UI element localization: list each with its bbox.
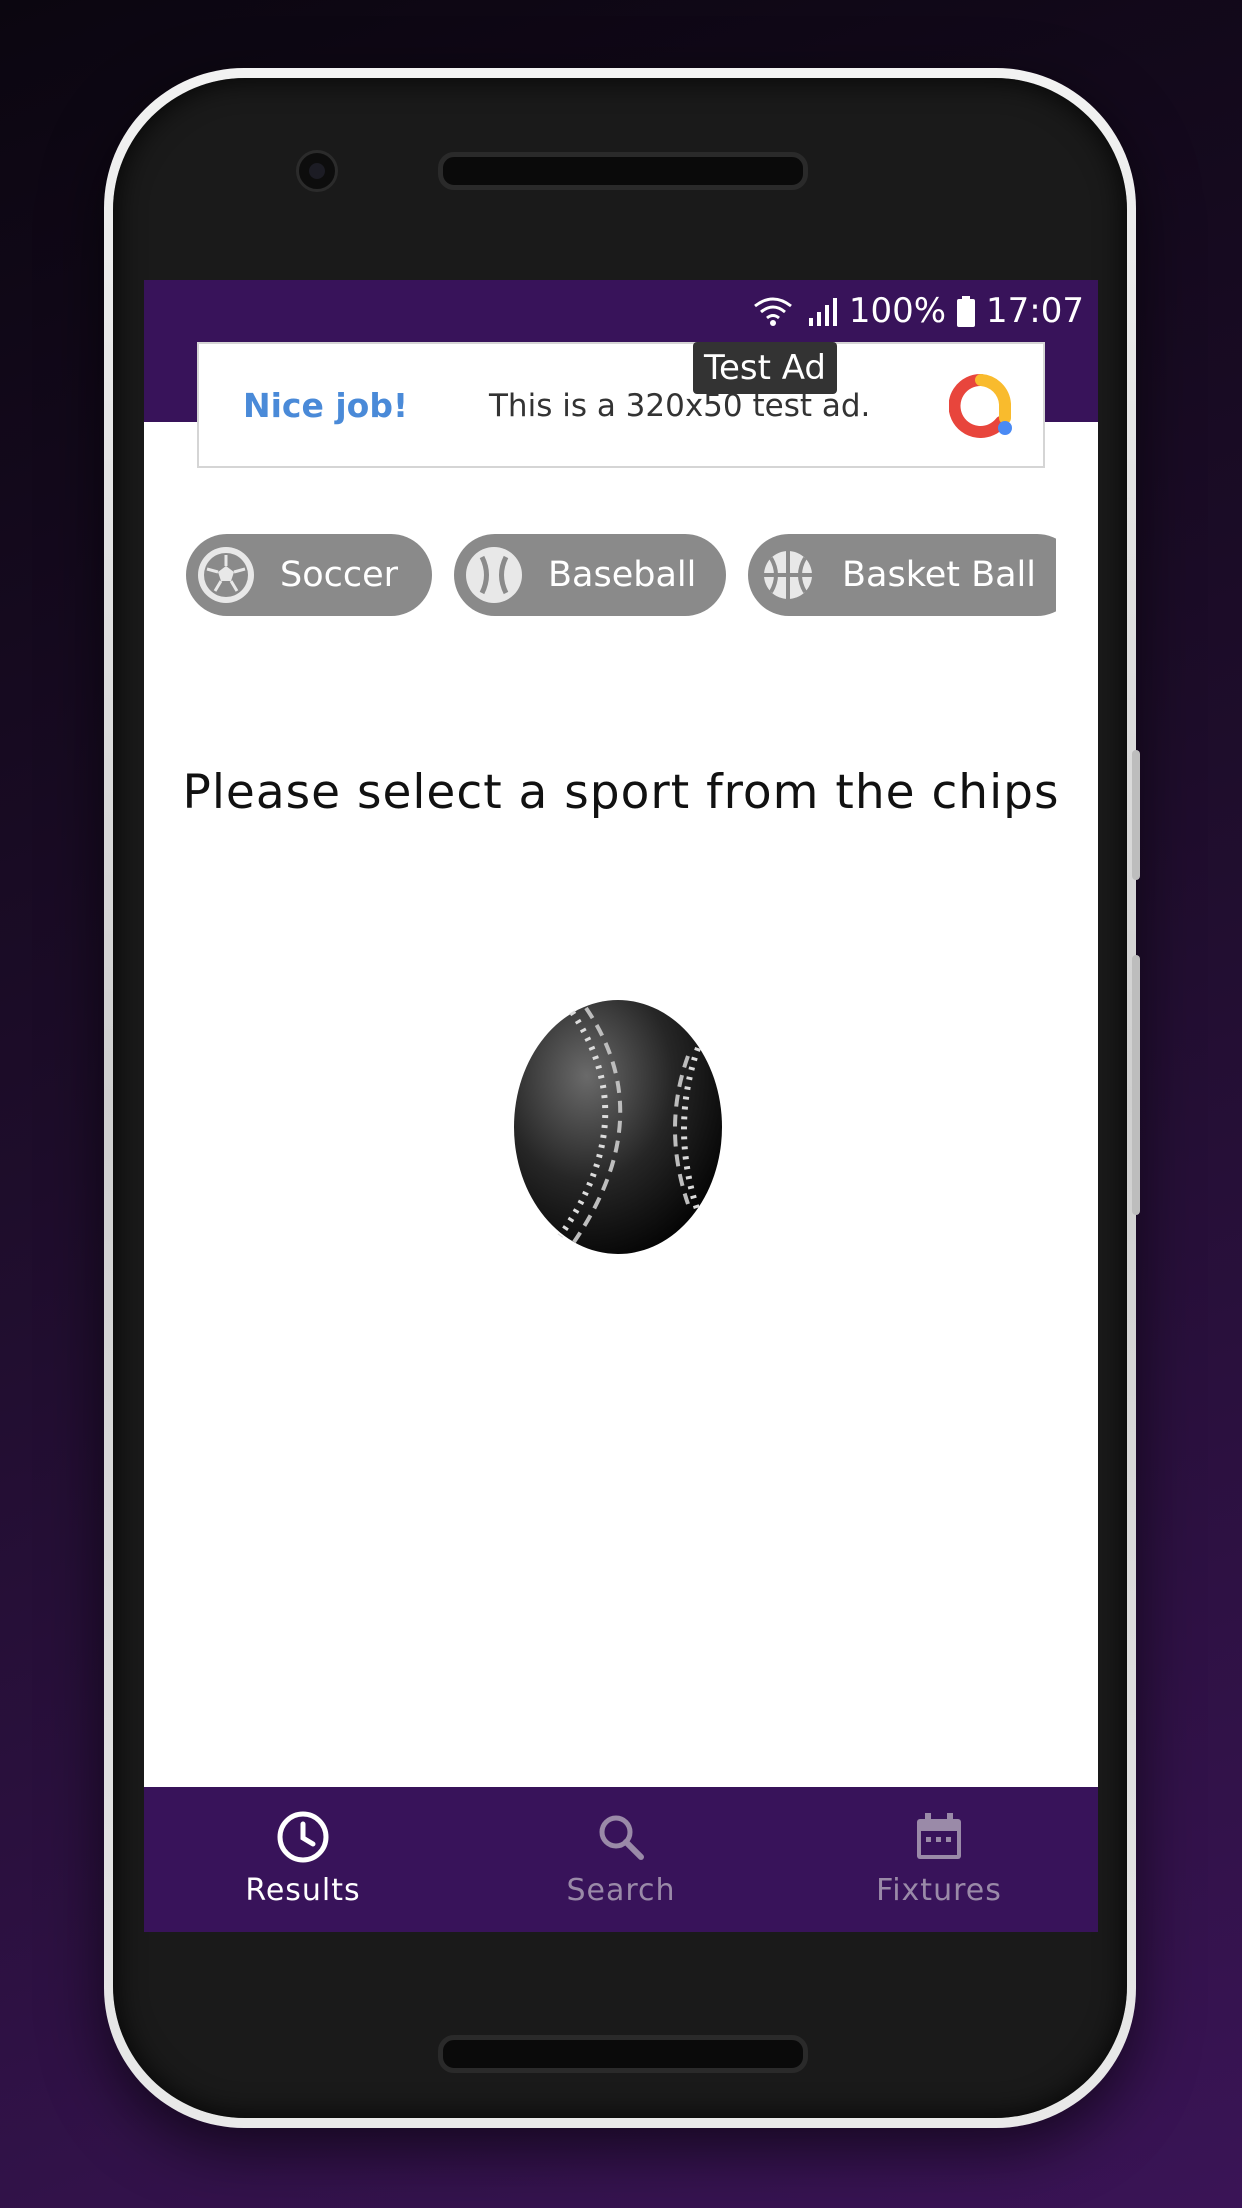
chip-label: Basket Ball xyxy=(842,555,1037,595)
select-sport-prompt: Please select a sport from the chips xyxy=(182,765,1060,820)
front-camera xyxy=(296,150,338,192)
chip-label: Soccer xyxy=(280,555,399,595)
nav-search[interactable]: Search xyxy=(462,1787,780,1932)
nav-label: Fixtures xyxy=(876,1873,1002,1908)
basketball-icon xyxy=(760,547,816,603)
sport-chips: Soccer Baseball Basket Ball xyxy=(186,534,1056,618)
search-icon xyxy=(599,1815,644,1860)
clock-time: 17:07 xyxy=(986,291,1084,331)
nav-label: Results xyxy=(245,1873,361,1908)
chip-baseball[interactable]: Baseball xyxy=(454,534,726,616)
baseball-icon xyxy=(466,547,522,603)
wifi-icon xyxy=(753,297,792,326)
top-speaker xyxy=(438,152,808,190)
app-screen: 100% 17:07 Nice job! This is a 320x50 te… xyxy=(144,280,1098,1932)
ad-headline: Nice job! xyxy=(243,386,409,425)
bottom-navigation: Results Search Fixtures xyxy=(144,1787,1098,1932)
status-bar: 100% 17:07 xyxy=(144,280,1098,342)
chip-basketball[interactable]: Basket Ball xyxy=(748,534,1056,616)
calendar-icon xyxy=(917,1813,961,1859)
test-ad-badge: Test Ad xyxy=(693,342,837,394)
clock-icon xyxy=(277,1811,329,1863)
bottom-speaker xyxy=(438,2035,808,2073)
google-ads-icon xyxy=(949,374,1012,438)
baseball-icon xyxy=(514,1000,722,1254)
signal-icon xyxy=(808,298,837,326)
nav-results[interactable]: Results xyxy=(144,1787,462,1932)
soccer-ball-icon xyxy=(198,547,254,603)
battery-icon xyxy=(957,296,976,327)
volume-button xyxy=(1132,750,1140,880)
ad-banner[interactable]: Nice job! This is a 320x50 test ad. xyxy=(197,342,1045,468)
chip-label: Baseball xyxy=(548,555,697,595)
chip-soccer[interactable]: Soccer xyxy=(186,534,432,616)
battery-percent: 100% xyxy=(848,291,947,331)
power-button xyxy=(1132,955,1140,1215)
nav-fixtures[interactable]: Fixtures xyxy=(780,1787,1098,1932)
nav-label: Search xyxy=(566,1873,676,1908)
